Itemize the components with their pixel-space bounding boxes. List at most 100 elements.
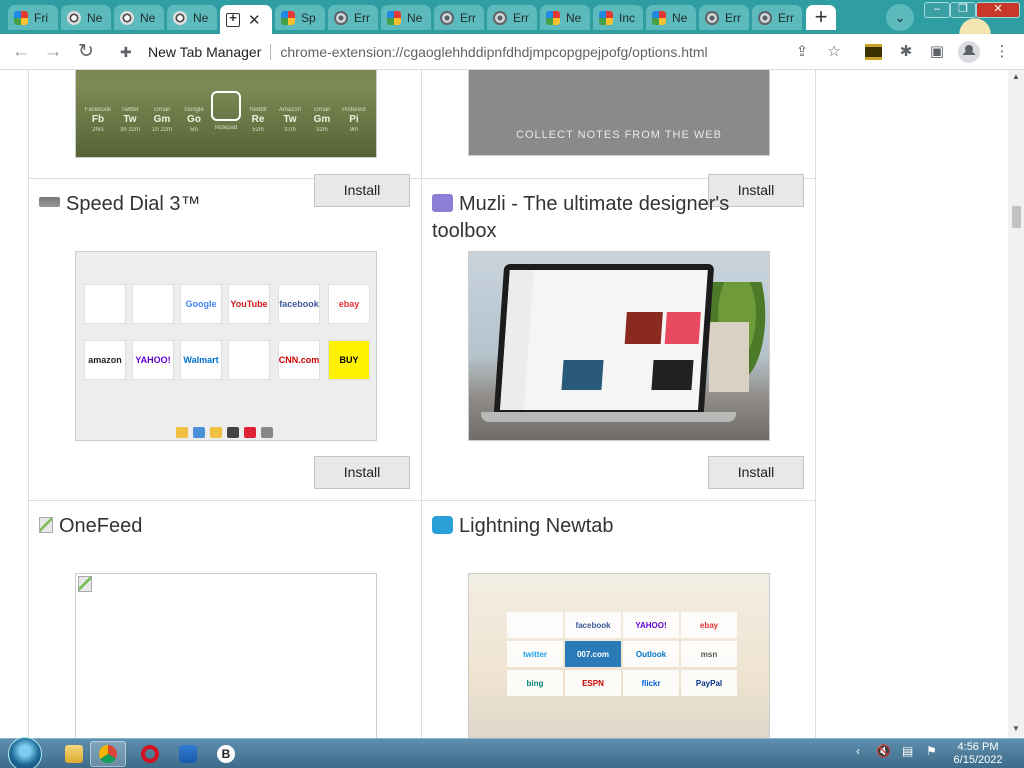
extension-title: Muzli - The ultimate designer's toolbox [432,191,762,245]
extension-title-text: Lightning Newtab [459,515,614,537]
tab-15[interactable]: Err [752,5,802,30]
extension-title: Lightning Newtab [432,513,762,540]
opera-taskbar-button[interactable] [132,741,168,767]
page-scrollbar[interactable]: ▲ ▼ [1008,70,1024,738]
install-button[interactable]: Install [314,456,410,489]
opera-icon [141,745,159,763]
tab-4[interactable]: Ne [167,5,217,30]
tab-title: Fri [34,10,48,25]
preview-tile: ebay [681,612,737,638]
tab-search-chevron-icon[interactable]: ⌄ [886,4,914,31]
forward-arrow-icon[interactable]: → [40,39,66,65]
extension-card: Lightning Newtab facebook YAHOO! ebay tw… [422,501,816,738]
tab-10[interactable]: Err [487,5,537,30]
side-panel-icon[interactable]: ▣ [927,42,947,62]
tab-title: Err [778,10,794,25]
preview-tile: Google [180,284,222,324]
preview-tile: amazon [84,340,126,380]
bookmark-star-icon[interactable]: ☆ [824,42,844,62]
chrome-taskbar-button[interactable] [90,741,126,767]
system-clock[interactable]: 4:56 PM 6/15/2022 [948,741,1008,767]
menu-kebab-icon[interactable]: ⋮ [992,42,1012,62]
puzzle-extension-icon: ✚ [120,44,132,60]
close-tab-icon[interactable]: ✕ [248,11,261,29]
extension-preview-image: COLLECT NOTES FROM THE WEB [468,70,770,156]
scroll-down-arrow-icon[interactable]: ▼ [1008,724,1024,733]
tab-12[interactable]: Inc [593,5,643,30]
globe-icon [440,10,454,25]
show-hidden-icons-chevron[interactable]: ‹ [856,744,860,758]
tab-11[interactable]: Ne [540,5,590,30]
tab-8[interactable]: Ne [381,5,431,30]
rainbow-icon [546,10,560,25]
scroll-up-arrow-icon[interactable]: ▲ [1008,72,1024,81]
muzli-icon [432,194,453,212]
tab-3[interactable]: Ne [114,5,164,30]
preview-tile: 007.com [565,641,621,667]
tab-title: Ne [140,10,156,25]
tab-13[interactable]: Ne [646,5,696,30]
chrome-icon [173,10,187,25]
install-button[interactable]: Install [708,456,804,489]
tab-title: Sp [301,10,316,25]
tab-6[interactable]: Sp [275,5,325,30]
new-tab-button[interactable]: + [806,5,836,30]
chrome-icon [67,10,81,25]
extension-title: OneFeed [39,513,369,540]
reload-icon[interactable]: ↻ [73,39,99,65]
preview-link: Facebook Fb 2hrs [84,107,112,133]
mail-icon [179,745,197,763]
tab-title: Err [513,10,529,25]
back-arrow-icon[interactable]: ← [8,39,34,65]
preview-link: Gmail Gm 32m [313,107,331,133]
extension-preview-image [75,573,377,738]
preview-tile: ESPN [565,670,621,696]
tab-9[interactable]: Err [434,5,484,30]
preview-tile: facebook [565,612,621,638]
preview-caption: COLLECT NOTES FROM THE WEB [516,129,722,141]
preview-dock [176,427,273,438]
file-explorer-button[interactable] [56,741,92,767]
profile-avatar-icon[interactable] [958,41,980,63]
tab-7[interactable]: Err [328,5,378,30]
rainbow-icon [14,10,28,25]
preview-link: Gmail Gm 1h 22m [151,107,172,133]
extension-preview-image [468,251,770,441]
globe-icon [334,10,348,25]
tab-title: Ne [407,10,423,25]
film-extension-icon[interactable] [865,44,882,60]
preview-link: Google Go 5m [184,107,204,133]
preview-tile: bing [507,670,563,696]
share-icon[interactable]: ⇪ [792,42,812,62]
preview-laptop [493,264,715,414]
globe-icon [758,10,772,25]
action-center-flag-icon[interactable]: ⚑ [926,744,937,758]
volume-muted-icon[interactable]: 🔇 [876,744,891,758]
address-bar[interactable]: ✚ New Tab Manager chrome-extension://cga… [110,38,850,66]
folder-icon [65,745,83,763]
b-app-taskbar-button[interactable]: B [208,741,244,767]
extensions-puzzle-icon[interactable]: ✱ [896,42,916,62]
network-icon[interactable]: ▤ [902,744,913,758]
preview-tile: YouTube [228,284,270,324]
outlook-taskbar-button[interactable] [170,741,206,767]
extension-card: Speed Dial 3™ Google YouTube facebook eb… [28,179,422,501]
scrollbar-thumb[interactable] [1012,206,1021,228]
tab-title: Ne [672,10,688,25]
minimize-button[interactable]: – [924,2,950,18]
tab-active-new-tab-manager[interactable]: ✕ [220,5,272,34]
preview-link: Reddit Re 52m [249,107,267,133]
tab-title: Ne [193,10,209,25]
extension-card: COLLECT NOTES FROM THE WEB Install [422,70,816,207]
preview-tile: YAHOO! [623,612,679,638]
tab-strip: Fri Ne Ne Ne ✕ Sp Err Ne Err Err Ne Inc … [0,0,1024,34]
url-text[interactable]: chrome-extension://cgaoglehhddipnfdhdjmp… [280,44,707,60]
tab-2[interactable]: Ne [61,5,111,30]
tab-title: Err [354,10,370,25]
chrome-icon [120,10,134,25]
broken-image-icon [39,517,53,533]
preview-pot [709,322,749,392]
tab-1[interactable]: Fri [8,5,58,30]
tab-14[interactable]: Err [699,5,749,30]
start-button[interactable] [8,737,42,768]
